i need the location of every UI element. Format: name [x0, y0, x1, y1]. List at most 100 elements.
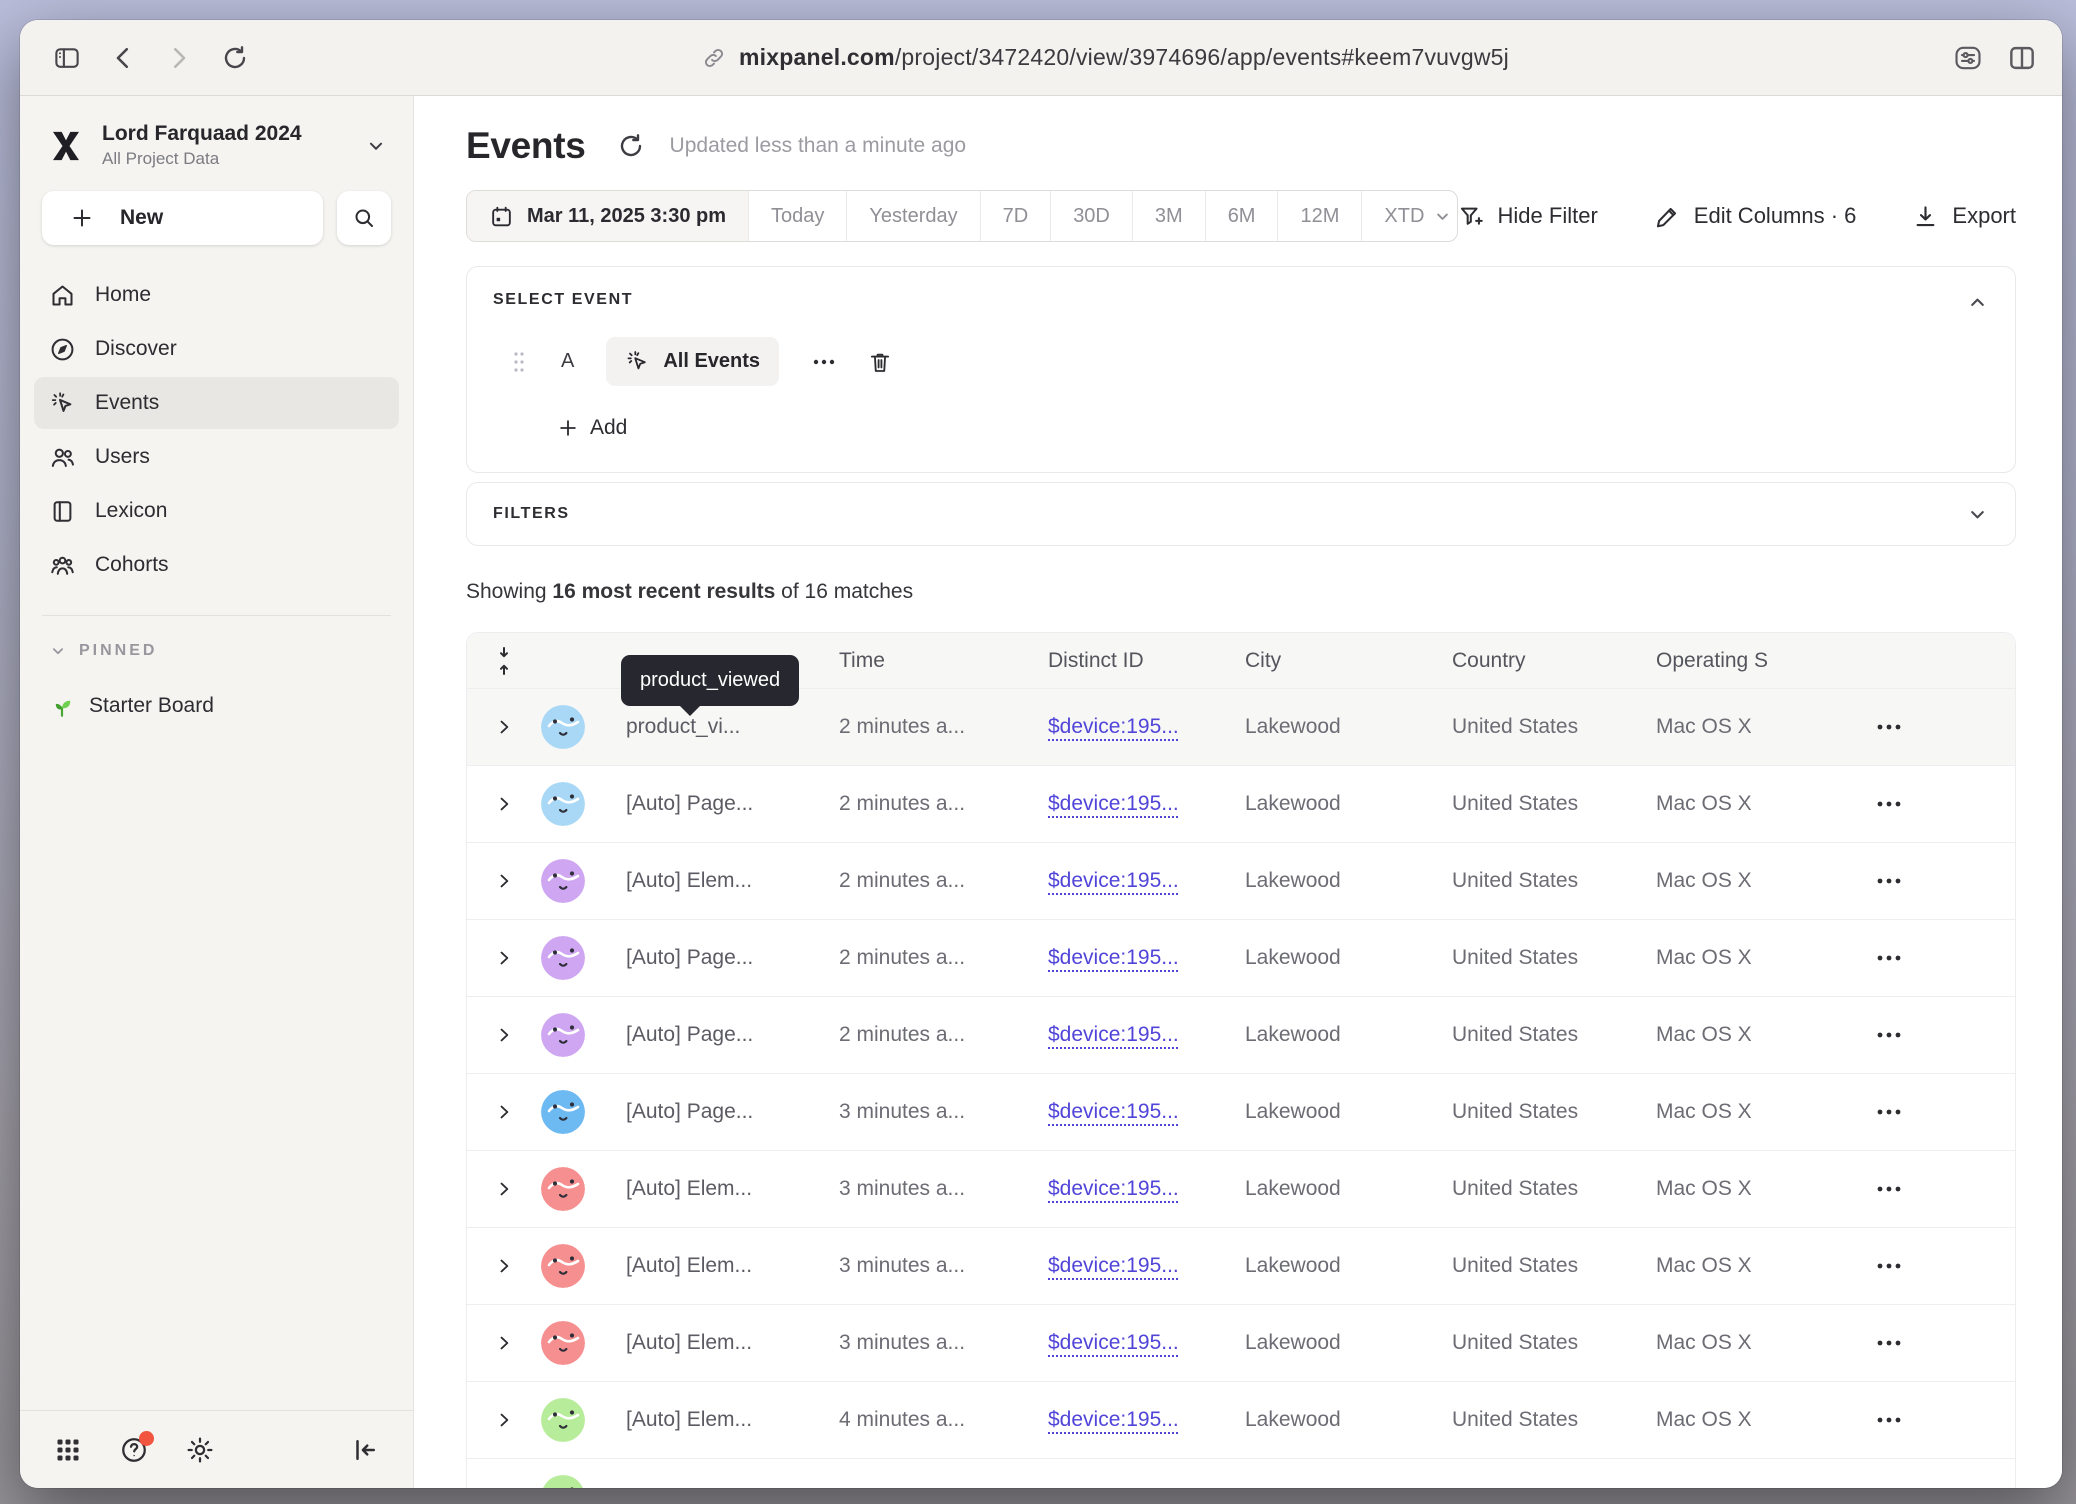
distinct-id-link[interactable]: $device:195... [1048, 1177, 1245, 1201]
row-expand-icon[interactable] [494, 1333, 514, 1353]
chevron-up-icon[interactable] [1966, 291, 1989, 314]
sidebar-item-cohorts[interactable]: Cohorts [34, 539, 399, 591]
pinned-item[interactable]: Starter Board [34, 682, 399, 730]
browser-window: mixpanel.com/project/3472420/view/397469… [20, 20, 2062, 1488]
address-bar[interactable]: mixpanel.com/project/3472420/view/397469… [268, 44, 1942, 71]
os-cell: Mac OS X [1656, 1408, 1851, 1432]
date-range-xtd[interactable]: XTD [1361, 191, 1457, 241]
event-name-cell: [Auto] Elem... [626, 1254, 839, 1278]
table-row[interactable]: [Auto] Elem... 3 minutes a... $device:19… [467, 1150, 2015, 1227]
collapse-sidebar-icon[interactable] [349, 1434, 381, 1466]
row-expand-icon[interactable] [494, 871, 514, 891]
row-more-icon[interactable] [1871, 1177, 1907, 1201]
table-row[interactable]: [Auto] Elem... 2 minutes a... $device:19… [467, 842, 2015, 919]
split-view-icon[interactable] [2006, 42, 2038, 74]
column-header-time[interactable]: Time [839, 649, 1048, 673]
page-settings-icon[interactable] [1952, 42, 1984, 74]
row-expand-icon[interactable] [494, 948, 514, 968]
row-more-icon[interactable] [1871, 715, 1907, 739]
sidebar-item-events[interactable]: Events [34, 377, 399, 429]
date-range-yesterday[interactable]: Yesterday [846, 191, 979, 241]
row-more-icon[interactable] [1871, 1100, 1907, 1124]
add-event-button[interactable]: Add [557, 416, 627, 440]
settings-gear-icon[interactable] [184, 1434, 216, 1466]
export-button[interactable]: Export [1912, 203, 2016, 230]
hide-filter-button[interactable]: Hide Filter [1458, 203, 1598, 230]
distinct-id-link[interactable]: $device:195... [1048, 1100, 1245, 1124]
event-selector-pill[interactable]: All Events [606, 337, 779, 386]
new-button[interactable]: New [42, 191, 323, 245]
distinct-id-link[interactable]: $device:195... [1048, 1331, 1245, 1355]
table-row[interactable]: [Auto] Elem... 3 minutes a... $device:19… [467, 1227, 2015, 1304]
row-more-icon[interactable] [1871, 1331, 1907, 1355]
date-range-3m[interactable]: 3M [1132, 191, 1205, 241]
drag-handle-icon[interactable] [509, 349, 529, 375]
row-more-icon[interactable] [1871, 1023, 1907, 1047]
date-range-6m[interactable]: 6M [1205, 191, 1278, 241]
project-switcher[interactable]: Lord Farquaad 2024 All Project Data [34, 120, 399, 169]
distinct-id-link[interactable]: $device:195... [1048, 1023, 1245, 1047]
table-row[interactable]: [Auto] Elem... 3 minutes a... $device:19… [467, 1304, 2015, 1381]
os-cell: Mac OS X [1656, 1254, 1851, 1278]
table-row[interactable]: [Auto] Elem... 4 minutes a... $device:19… [467, 1381, 2015, 1458]
trash-icon[interactable] [867, 349, 893, 375]
forward-icon[interactable] [156, 35, 202, 81]
pinned-section-header[interactable]: PINNED [34, 642, 399, 660]
date-picker-button[interactable]: Mar 11, 2025 3:30 pm [467, 191, 748, 241]
table-row[interactable]: [Auto] Page... 2 minutes a... $device:19… [467, 996, 2015, 1073]
sidebar-item-lexicon[interactable]: Lexicon [34, 485, 399, 537]
sort-order-icon[interactable] [491, 646, 517, 676]
edit-columns-button[interactable]: Edit Columns · 6 [1654, 203, 1857, 230]
date-range-30d[interactable]: 30D [1050, 191, 1132, 241]
back-icon[interactable] [100, 35, 146, 81]
chevron-down-icon[interactable] [1966, 503, 1989, 526]
row-more-icon[interactable] [1871, 1408, 1907, 1432]
row-expand-icon[interactable] [494, 1025, 514, 1045]
column-header-city[interactable]: City [1245, 649, 1452, 673]
column-header-operating-s[interactable]: Operating S [1656, 649, 1851, 673]
sidebar-item-users[interactable]: Users [34, 431, 399, 483]
table-row[interactable]: [Auto] Page... 2 minutes a... $device:19… [467, 919, 2015, 996]
row-expand-icon[interactable] [494, 717, 514, 737]
row-expand-icon[interactable] [494, 1410, 514, 1430]
table-row[interactable]: [Auto] Page... 2 minutes a... $device:19… [467, 765, 2015, 842]
search-button[interactable] [337, 191, 391, 245]
sidebar-item-home[interactable]: Home [34, 269, 399, 321]
row-more-icon[interactable] [1871, 792, 1907, 816]
date-range-7d[interactable]: 7D [980, 191, 1051, 241]
row-expand-icon[interactable] [494, 1179, 514, 1199]
distinct-id-link[interactable]: $device:195... [1048, 715, 1245, 739]
browser-sidebar-toggle-icon[interactable] [44, 35, 90, 81]
row-more-icon[interactable] [1871, 946, 1907, 970]
column-header-country[interactable]: Country [1452, 649, 1656, 673]
distinct-id-link[interactable]: $device:195... [1048, 946, 1245, 970]
row-expand-icon[interactable] [494, 794, 514, 814]
results-prefix: Showing [466, 580, 552, 603]
date-range-today[interactable]: Today [748, 191, 846, 241]
country-cell: United States [1452, 869, 1656, 893]
help-icon[interactable] [118, 1434, 150, 1466]
refresh-icon[interactable] [616, 131, 646, 161]
filter-funnel-icon [1458, 203, 1485, 230]
row-expand-icon[interactable] [494, 1256, 514, 1276]
date-range-12m[interactable]: 12M [1277, 191, 1361, 241]
distinct-id-link[interactable]: $device:195... [1048, 792, 1245, 816]
distinct-id-link[interactable]: $device:195... [1048, 1408, 1245, 1432]
row-more-icon[interactable] [1871, 1254, 1907, 1278]
city-cell: Lakewood [1245, 1331, 1452, 1355]
url-text: mixpanel.com/project/3472420/view/397469… [739, 44, 1509, 71]
select-event-panel: SELECT EVENT A All Events Add [466, 266, 2016, 473]
table-row[interactable] [467, 1458, 2015, 1488]
sidebar-item-discover[interactable]: Discover [34, 323, 399, 375]
distinct-id-link[interactable]: $device:195... [1048, 869, 1245, 893]
column-header-distinct-id[interactable]: Distinct ID [1048, 649, 1245, 673]
time-cell: 2 minutes a... [839, 946, 1048, 970]
row-expand-icon[interactable] [494, 1102, 514, 1122]
date-range-control: Mar 11, 2025 3:30 pm Today Yesterday 7D … [466, 190, 1458, 242]
row-more-icon[interactable] [1871, 869, 1907, 893]
reload-icon[interactable] [212, 35, 258, 81]
distinct-id-link[interactable]: $device:195... [1048, 1254, 1245, 1278]
table-row[interactable]: [Auto] Page... 3 minutes a... $device:19… [467, 1073, 2015, 1150]
apps-grid-icon[interactable] [52, 1434, 84, 1466]
event-more-icon[interactable] [807, 347, 841, 377]
